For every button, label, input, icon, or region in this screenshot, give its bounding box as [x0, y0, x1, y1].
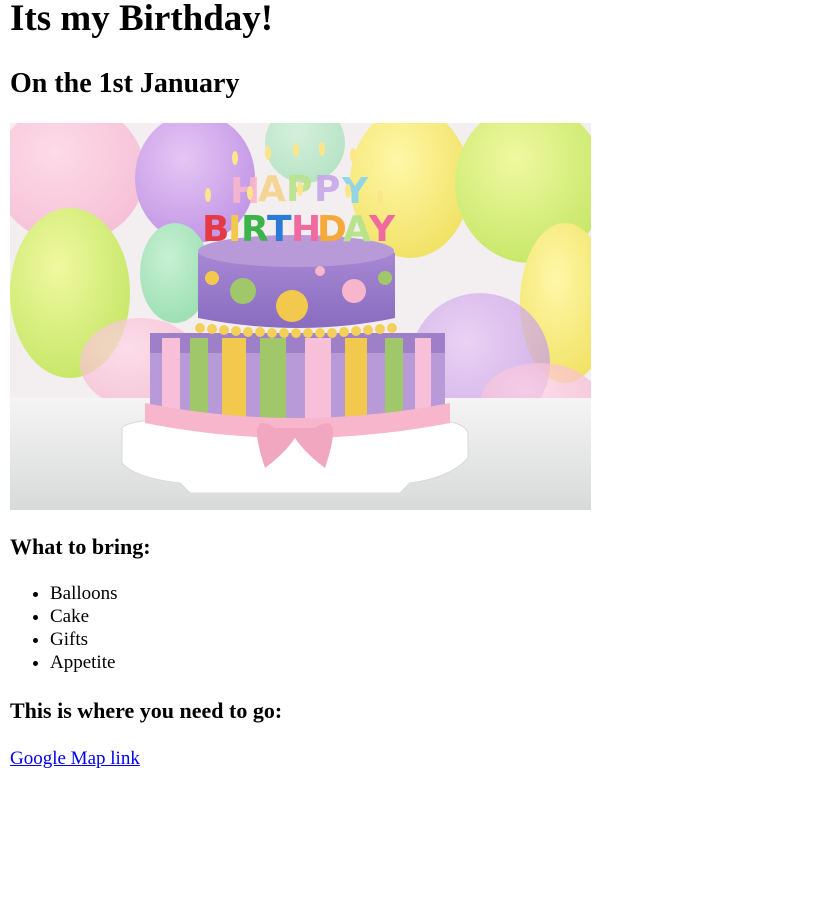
- bring-heading: What to bring:: [10, 534, 151, 559]
- svg-text:H: H: [230, 171, 260, 212]
- svg-text:T: T: [267, 209, 292, 250]
- svg-text:I: I: [228, 209, 241, 250]
- page-title: Its my Birthday!: [10, 0, 274, 39]
- svg-text:B: B: [202, 209, 229, 250]
- bring-list: Balloons Cake Gifts Appetite: [10, 582, 808, 674]
- list-item: Balloons: [50, 582, 808, 605]
- page-subtitle: On the 1st January: [10, 68, 240, 99]
- list-item: Appetite: [50, 651, 808, 674]
- subtitle-wrap: On the 1st January: [10, 66, 808, 123]
- birthday-cake-image: H A P P Y B I R T H D A Y: [10, 123, 591, 510]
- svg-text:P: P: [314, 169, 340, 210]
- svg-text:R: R: [241, 209, 269, 250]
- svg-text:Y: Y: [368, 209, 396, 250]
- birthday-cake-photo: H A P P Y B I R T H D A Y: [10, 123, 591, 510]
- list-item: Gifts: [50, 628, 808, 651]
- directions-heading: This is where you need to go:: [10, 698, 283, 723]
- google-map-link[interactable]: Google Map link: [10, 748, 140, 769]
- svg-text:A: A: [258, 169, 286, 210]
- page-title-wrap: Its my Birthday!: [10, 0, 808, 66]
- svg-text:A: A: [343, 209, 371, 250]
- list-item: Cake: [50, 605, 808, 628]
